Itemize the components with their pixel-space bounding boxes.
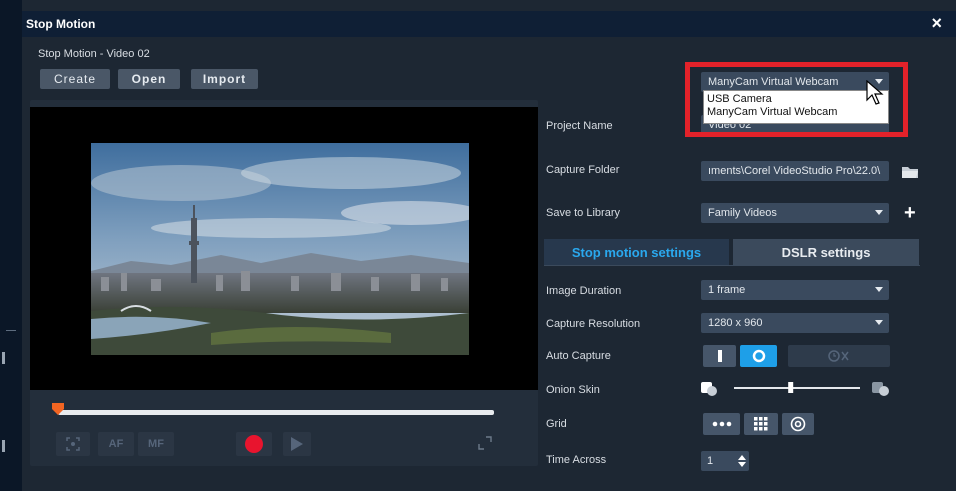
- capture-resolution-value: 1280 x 960: [708, 317, 763, 329]
- onion-high-icon: [872, 382, 889, 396]
- time-across-input[interactable]: 1: [701, 451, 749, 471]
- spinner-arrows-icon[interactable]: [738, 454, 746, 468]
- tab-underline: [544, 265, 920, 266]
- scrubber-handle[interactable]: [52, 403, 64, 415]
- timer-settings-icon: [828, 350, 849, 362]
- capture-resolution-label: Capture Resolution: [546, 318, 641, 330]
- off-icon: [717, 350, 722, 362]
- auto-capture-timer-button[interactable]: [788, 345, 890, 367]
- folder-icon[interactable]: [901, 165, 919, 179]
- image-duration-value: 1 frame: [708, 284, 746, 296]
- timeline-scrubber[interactable]: [58, 410, 494, 415]
- target-icon: [790, 416, 806, 432]
- background-strip: [0, 0, 22, 491]
- grid-options: [703, 413, 823, 435]
- project-name-label: Project Name: [546, 120, 613, 132]
- grid-lines-button[interactable]: [744, 413, 778, 435]
- stop-motion-window: Stop Motion × Stop Motion - Video 02 Cre…: [0, 0, 956, 491]
- capture-button[interactable]: [236, 432, 272, 456]
- onion-low-icon: [701, 382, 717, 396]
- grid-dots-icon: [712, 421, 731, 427]
- manual-focus-button[interactable]: MF: [138, 432, 174, 456]
- onion-skin-thumb: [788, 382, 794, 393]
- play-icon: [291, 437, 303, 451]
- record-icon: [245, 435, 263, 453]
- onion-skin-label: Onion Skin: [546, 384, 600, 396]
- tab-stop-motion-settings[interactable]: Stop motion settings: [544, 239, 729, 265]
- grid-lines-icon: [754, 417, 768, 431]
- save-library-label: Save to Library: [546, 207, 620, 219]
- autofocus-button[interactable]: AF: [98, 432, 134, 456]
- close-button[interactable]: ×: [931, 14, 942, 32]
- image-duration-select[interactable]: 1 frame: [701, 280, 889, 300]
- auto-capture-label: Auto Capture: [546, 350, 611, 362]
- image-duration-label: Image Duration: [546, 285, 622, 297]
- time-across-label: Time Across: [546, 454, 607, 466]
- library-select-value: Family Videos: [708, 207, 777, 219]
- open-button[interactable]: Open: [118, 69, 180, 89]
- create-button[interactable]: Create: [40, 69, 110, 89]
- import-button[interactable]: Import: [191, 69, 258, 89]
- tab-dslr-settings[interactable]: DSLR settings: [733, 239, 919, 265]
- camera-preview-image: [91, 143, 469, 355]
- add-library-icon[interactable]: +: [904, 203, 916, 223]
- library-select[interactable]: Family Videos: [701, 203, 889, 223]
- chevron-down-icon: [875, 320, 883, 325]
- grid-target-button[interactable]: [782, 413, 814, 435]
- auto-capture-off-toggle[interactable]: [703, 345, 736, 367]
- capture-folder-label: Capture Folder: [546, 164, 620, 176]
- mouse-cursor-icon: [866, 80, 884, 105]
- capture-resolution-select[interactable]: 1280 x 960: [701, 313, 889, 333]
- on-icon: [752, 349, 765, 363]
- auto-capture-on-toggle[interactable]: [740, 345, 777, 367]
- chevron-down-icon: [875, 210, 883, 215]
- title-bar: Stop Motion ×: [22, 11, 956, 37]
- capture-folder-input[interactable]: ıments\Corel VideoStudio Pro\22.0\: [701, 161, 889, 181]
- expand-icon[interactable]: [478, 436, 492, 450]
- focus-icon: [66, 437, 80, 451]
- window-title: Stop Motion: [26, 17, 96, 31]
- focus-button[interactable]: [56, 432, 90, 456]
- grid-dots-button[interactable]: [703, 413, 740, 435]
- play-button[interactable]: [283, 432, 311, 456]
- grid-label: Grid: [546, 418, 567, 430]
- project-title: Stop Motion - Video 02: [38, 48, 150, 60]
- onion-skin-slider[interactable]: [700, 378, 894, 398]
- time-across-value: 1: [707, 455, 714, 467]
- chevron-down-icon: [875, 287, 883, 292]
